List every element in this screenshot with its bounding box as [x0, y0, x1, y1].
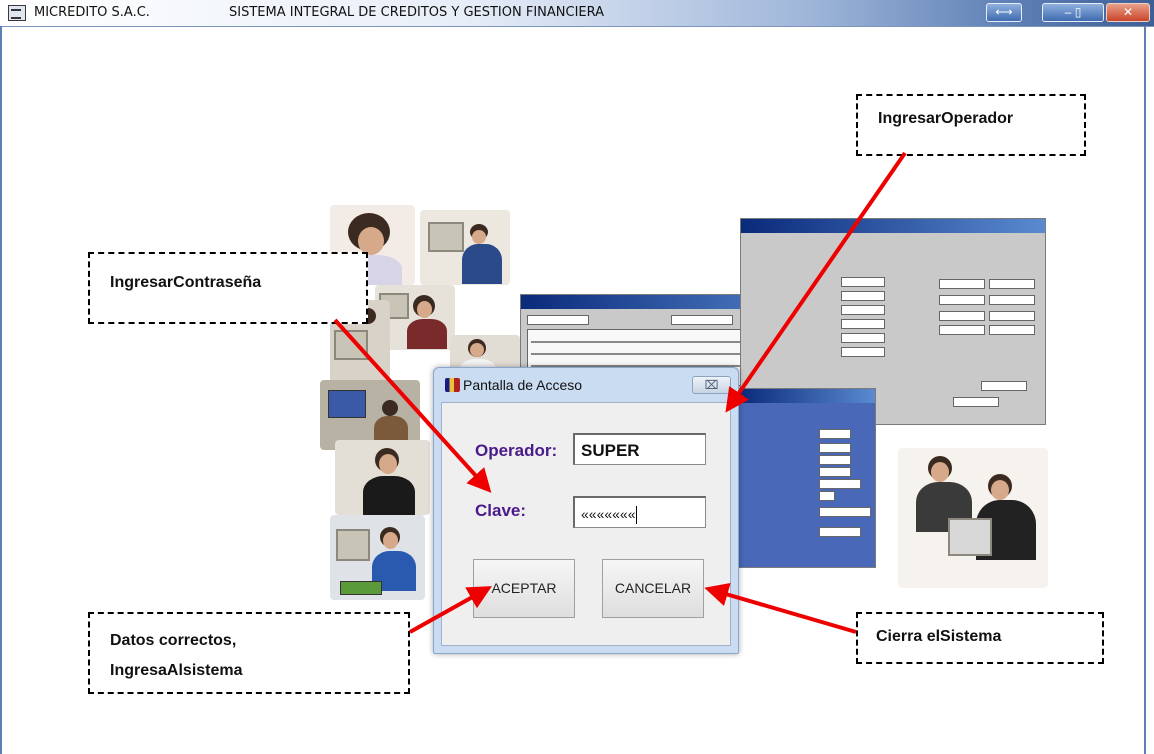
- annotation-arrows: [333, 151, 907, 634]
- arrow-to-clave-field: [333, 318, 492, 493]
- arrow-to-aceptar-button: [409, 586, 492, 634]
- arrow-to-operador-close: [725, 151, 907, 413]
- arrow-to-cancelar-button: [704, 582, 857, 634]
